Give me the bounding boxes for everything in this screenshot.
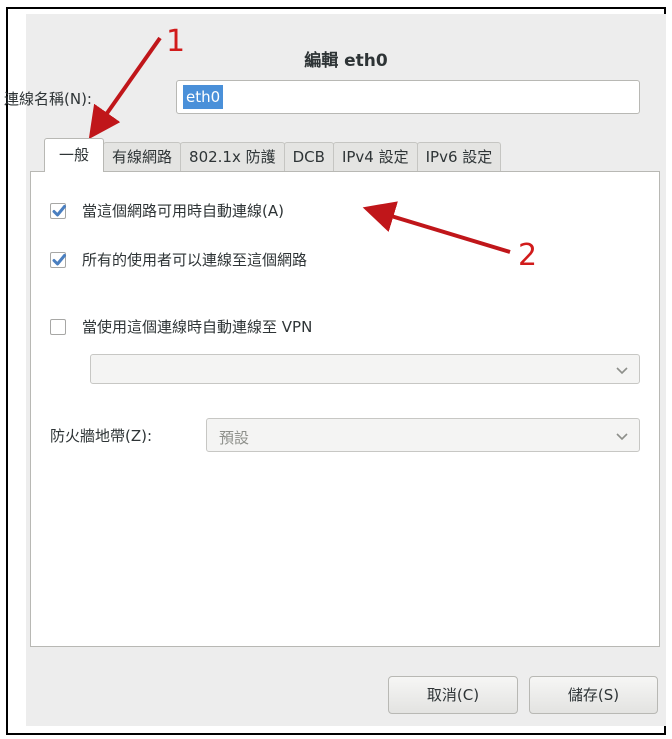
arrow-to-general-tab (88, 36, 162, 140)
tab-general[interactable]: 一般 (44, 138, 105, 172)
annotation-marker-2: 2 (518, 238, 538, 273)
annotation-arrows (88, 36, 511, 254)
annotation-marker-1: 1 (166, 24, 186, 59)
arrow-to-auto-connect (362, 201, 511, 254)
